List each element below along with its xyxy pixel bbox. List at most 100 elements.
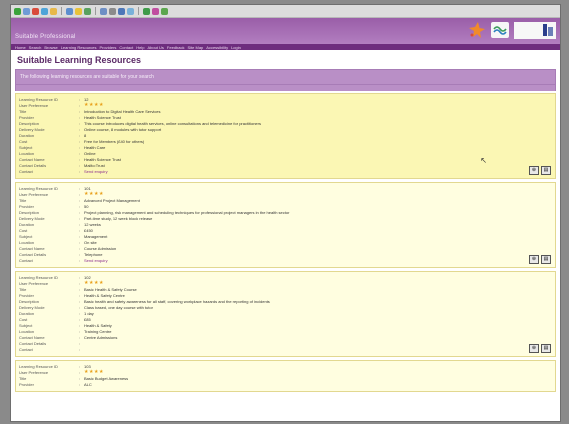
nav-item-learning-resources[interactable]: Learning Resources xyxy=(61,45,97,50)
resource-record: Learning Resource ID:101 User Preference… xyxy=(15,182,556,268)
field-label: Location xyxy=(19,150,35,156)
favorites-icon[interactable] xyxy=(75,7,82,15)
field-label: Contact Details xyxy=(19,162,47,168)
nav-item-accessibility[interactable]: Accessibility xyxy=(206,45,228,50)
mail-icon[interactable] xyxy=(100,7,107,15)
record-field-cost: Cost: £85 xyxy=(19,316,552,322)
toolbar-separator xyxy=(95,7,96,15)
record-field-subject: Subject: Health & Safety xyxy=(19,322,552,328)
nav-item-login[interactable]: Login xyxy=(231,45,241,50)
record-field-title: Title: Advanced Project Management xyxy=(19,197,552,203)
nav-item-site-map[interactable]: Site Map xyxy=(187,45,203,50)
contact-link[interactable]: Send enquiry xyxy=(84,169,552,174)
field-label: Duration xyxy=(19,221,35,227)
field-label: Description xyxy=(19,298,40,304)
refresh-icon[interactable] xyxy=(41,7,48,15)
resource-record: Learning Resource ID:102 User Preference… xyxy=(15,271,556,357)
back-icon[interactable] xyxy=(14,7,21,15)
field-value: Free for Members (£40 for others) xyxy=(84,138,145,144)
forward-icon[interactable] xyxy=(23,7,30,15)
field-label: User Preference xyxy=(19,369,49,375)
browser-window: Suitable Professional Home Search Browse… xyxy=(10,4,561,422)
search-icon[interactable] xyxy=(66,7,73,15)
record-field-contact-details: Contact Details: Telephone xyxy=(19,251,552,257)
view-details-icon[interactable]: ▤ xyxy=(541,344,551,353)
field-label: Provider xyxy=(19,292,34,298)
record-field-provider: Provider: Health & Safety Centre xyxy=(19,292,552,298)
nav-item-help[interactable]: Help xyxy=(136,45,144,50)
add-to-list-icon[interactable]: ⊕ xyxy=(529,166,539,175)
nav-item-about[interactable]: About Us xyxy=(147,45,163,50)
field-label: Description xyxy=(19,120,40,126)
toolbar-separator xyxy=(61,7,62,15)
contact-link[interactable]: Send enquiry xyxy=(84,258,552,263)
field-label: Cost xyxy=(19,227,28,233)
field-label: Learning Resource ID xyxy=(19,274,58,280)
field-label: Subject xyxy=(19,322,33,328)
wave-logo-icon xyxy=(491,22,509,38)
record-field-location: Location: Online xyxy=(19,150,552,156)
field-value: Online course, 8 modules with tutor supp… xyxy=(84,126,162,132)
home-icon[interactable] xyxy=(50,7,57,15)
field-value: 1 day xyxy=(84,310,94,316)
nav-item-feedback[interactable]: Feedback xyxy=(167,45,185,50)
record-field-rating: User Preference: ★★★★ xyxy=(19,280,552,286)
add-to-list-icon[interactable]: ⊕ xyxy=(529,255,539,264)
nav-item-browse[interactable]: Browse xyxy=(44,45,57,50)
record-field-contact: Contact: Send enquiry xyxy=(19,168,552,174)
site-name: Suitable Professional xyxy=(15,34,76,40)
print-icon[interactable] xyxy=(109,7,116,15)
field-value: 12 weeks xyxy=(84,221,101,227)
nav-item-search[interactable]: Search xyxy=(29,45,42,50)
field-value: Course Admission xyxy=(84,245,117,251)
field-value: 50 xyxy=(84,203,89,209)
tools-icon[interactable] xyxy=(161,7,168,15)
add-to-list-icon[interactable]: ⊕ xyxy=(529,344,539,353)
stop-icon[interactable] xyxy=(32,7,39,15)
view-details-icon[interactable]: ▤ xyxy=(541,166,551,175)
star-rating: ★★★★ xyxy=(84,369,104,375)
nav-item-providers[interactable]: Providers xyxy=(100,45,117,50)
research-icon[interactable] xyxy=(152,7,159,15)
field-label: Learning Resource ID xyxy=(19,96,58,102)
nav-item-contact[interactable]: Contact xyxy=(119,45,133,50)
field-label: Cost xyxy=(19,138,28,144)
record-field-cost: Cost: £450 xyxy=(19,227,552,233)
history-icon[interactable] xyxy=(84,7,91,15)
field-label: User Preference xyxy=(19,280,49,286)
field-value: Health Care xyxy=(84,144,106,150)
field-value: Introduction to Digital Health Care Serv… xyxy=(84,108,161,114)
record-field-contact-name: Contact Name: Health Science Trust xyxy=(19,156,552,162)
nav-item-home[interactable]: Home xyxy=(15,45,26,50)
star-rating: ★★★★ xyxy=(84,280,104,286)
edit-icon[interactable] xyxy=(118,7,125,15)
discuss-icon[interactable] xyxy=(127,7,134,15)
view-details-icon[interactable]: ▤ xyxy=(541,255,551,264)
field-value: Health & Safety xyxy=(84,322,112,328)
record-field-description: Description: Basic health and safety awar… xyxy=(19,298,552,304)
field-value: £85 xyxy=(84,316,91,322)
messenger-icon[interactable] xyxy=(143,7,150,15)
field-value: Training Centre xyxy=(84,328,112,334)
field-label: Contact Name xyxy=(19,334,45,340)
field-value: 103 xyxy=(84,363,91,369)
record-field-location: Location: On site xyxy=(19,239,552,245)
page-content: Suitable Learning Resources The followin… xyxy=(11,50,560,392)
field-label: Provider xyxy=(19,203,34,209)
record-field-title: Title: Introduction to Digital Health Car… xyxy=(19,108,552,114)
partner-logos xyxy=(466,21,556,39)
record-field-contact-details: Contact Details: Mailto:Trust xyxy=(19,162,552,168)
record-field-provider: Provider: ALC xyxy=(19,381,552,387)
field-label: User Preference xyxy=(19,102,49,108)
field-label: Delivery Mode xyxy=(19,215,45,221)
field-value: 101 xyxy=(84,185,91,191)
intro-banner-spacer xyxy=(15,85,556,91)
record-actions: ⊕ ▤ xyxy=(529,166,551,175)
field-value: Advanced Project Management xyxy=(84,197,140,203)
record-field-duration: Duration:1 day xyxy=(19,310,552,316)
mouse-cursor-icon: ↖ xyxy=(480,156,487,165)
record-field-description: Description: Project planning, risk manag… xyxy=(19,209,552,215)
record-field-delivery: Delivery Mode: Class based, one day cours… xyxy=(19,304,552,310)
field-label: Contact xyxy=(19,257,33,263)
field-label: Title xyxy=(19,197,27,203)
